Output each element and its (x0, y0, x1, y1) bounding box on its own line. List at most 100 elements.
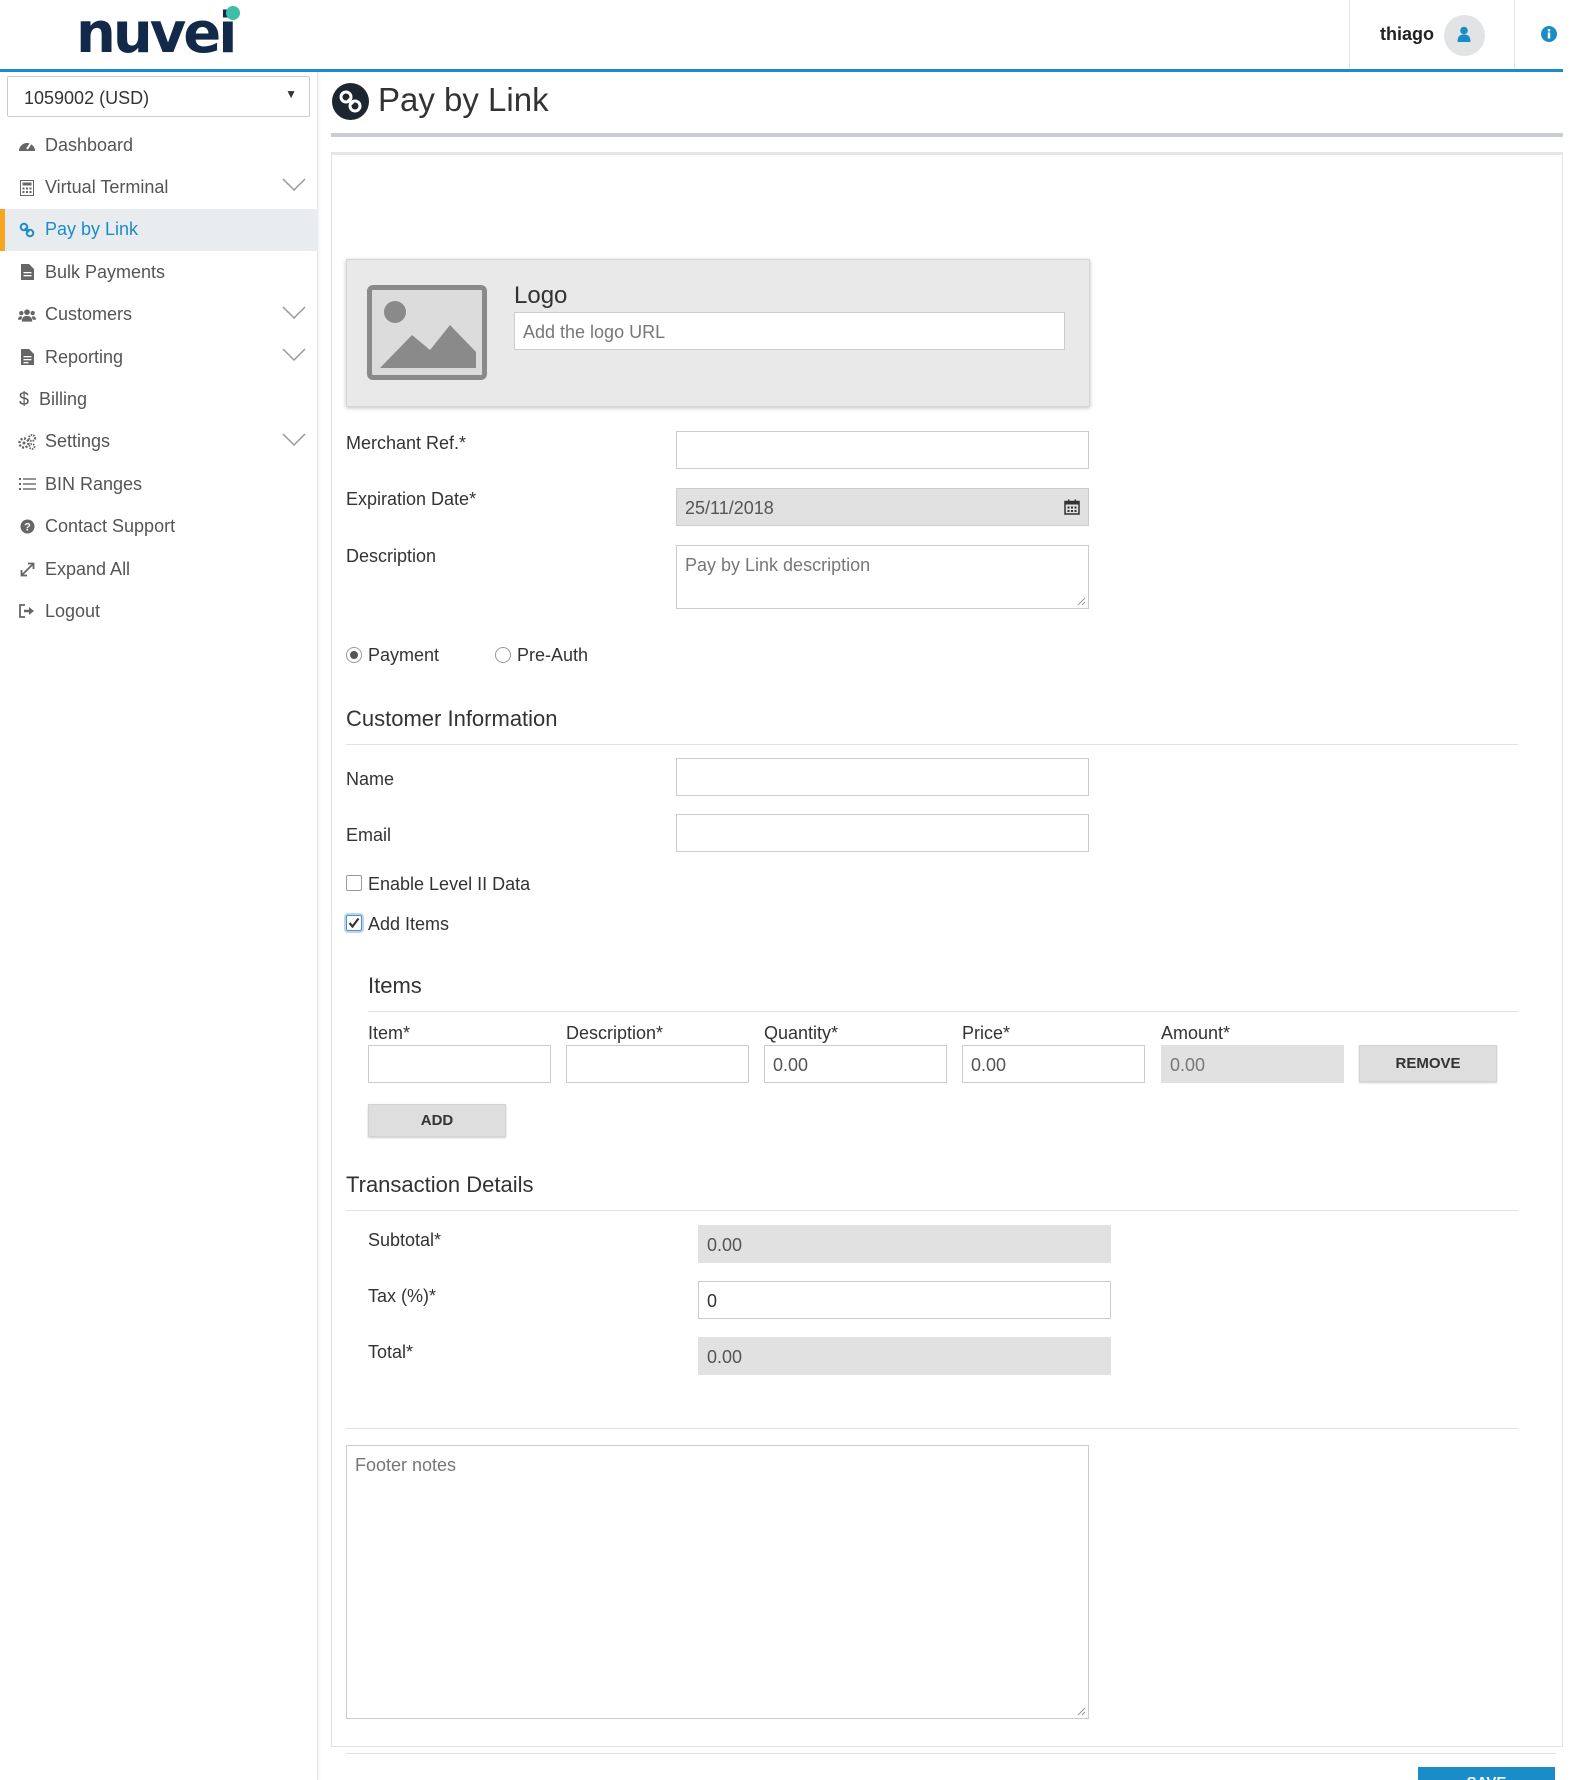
svg-text:?: ? (24, 522, 31, 534)
price-input[interactable]: 0.00 (962, 1045, 1145, 1083)
expand-icon (18, 560, 36, 578)
add-items-label[interactable]: Add Items (368, 914, 449, 935)
account-select[interactable]: 1059002 (USD) ▼ (7, 76, 310, 117)
name-label: Name (346, 769, 395, 789)
expiration-date-value: 25/11/2018 (685, 498, 774, 518)
brand-logo-text: nuvei (76, 1, 237, 66)
divider (346, 1428, 1518, 1429)
add-item-button[interactable]: ADD (368, 1104, 506, 1137)
description-textarea[interactable]: Pay by Link description (676, 545, 1089, 609)
sidebar-item-label: Logout (45, 600, 101, 621)
image-placeholder-icon (367, 285, 487, 380)
payment-radio[interactable] (346, 647, 362, 663)
sidebar-item-customers[interactable]: Customers (0, 294, 318, 336)
divider (346, 744, 1518, 745)
users-icon (18, 306, 36, 324)
user-menu[interactable]: thiago (1349, 0, 1515, 69)
sidebar-item-reporting[interactable]: Reporting (0, 336, 318, 378)
chevron-down-icon[interactable] (282, 178, 306, 192)
sidebar-item-contact-support[interactable]: ? Contact Support (0, 506, 318, 548)
avatar[interactable] (1444, 15, 1485, 56)
item-column-header: Item* (368, 1023, 411, 1043)
preauth-radio-label[interactable]: Pre-Auth (517, 645, 588, 666)
divider (346, 1753, 1556, 1754)
subtotal-input: 0.00 (698, 1225, 1111, 1263)
list-icon (18, 475, 36, 493)
sidebar: 1059002 (USD) ▼ Dashboard Virtual Termin… (0, 72, 318, 1780)
page-header: Pay by Link (331, 72, 1563, 155)
sidebar-item-label: Bulk Payments (45, 261, 166, 282)
expiration-date-label: Expiration Date* (346, 489, 477, 509)
merchant-ref-label: Merchant Ref.* (346, 433, 467, 453)
name-input[interactable] (676, 758, 1089, 796)
divider (331, 133, 1563, 137)
sidebar-item-pay-by-link[interactable]: Pay by Link (0, 208, 318, 252)
amount-column-header: Amount* (1161, 1023, 1231, 1043)
customer-information-heading: Customer Information (346, 706, 558, 731)
items-heading: Items (368, 973, 422, 998)
sidebar-item-expand-all[interactable]: Expand All (0, 548, 318, 590)
user-icon (1457, 26, 1471, 42)
sidebar-nav: Dashboard Virtual Terminal Pay by Link B… (0, 124, 318, 633)
info-icon[interactable] (1541, 26, 1557, 42)
quantity-column-header: Quantity* (764, 1023, 839, 1043)
remove-item-button[interactable]: REMOVE (1359, 1045, 1497, 1082)
sidebar-item-logout[interactable]: Logout (0, 590, 318, 632)
add-items-checkbox[interactable] (346, 915, 362, 931)
sidebar-item-label: Settings (45, 431, 111, 452)
logo-box: Logo Add the logo URL (346, 259, 1090, 407)
resize-handle-icon[interactable] (1076, 596, 1086, 606)
quantity-input[interactable]: 0.00 (764, 1045, 947, 1083)
total-input: 0.00 (698, 1337, 1111, 1375)
calendar-icon[interactable] (1064, 499, 1080, 515)
sidebar-item-settings[interactable]: Settings (0, 421, 318, 463)
page-title: Pay by Link (378, 81, 549, 118)
chevron-down-icon[interactable] (282, 306, 306, 320)
resize-handle-icon[interactable] (1076, 1706, 1086, 1716)
sidebar-item-dashboard[interactable]: Dashboard (0, 124, 318, 166)
file-icon (18, 263, 36, 281)
merchant-ref-input[interactable] (676, 431, 1089, 469)
item-description-input[interactable] (566, 1045, 749, 1083)
email-label: Email (346, 825, 392, 845)
pay-by-link-form: Logo Add the logo URL Merchant Ref.* Exp… (331, 155, 1563, 1780)
sidebar-item-label: Dashboard (45, 134, 134, 155)
chevron-down-icon[interactable] (282, 433, 306, 447)
account-select-value: 1059002 (USD) (24, 88, 150, 108)
sidebar-item-bulk-payments[interactable]: Bulk Payments (0, 251, 318, 293)
sidebar-item-virtual-terminal[interactable]: Virtual Terminal (0, 166, 318, 208)
preauth-radio[interactable] (495, 647, 511, 663)
email-input[interactable] (676, 814, 1089, 852)
expiration-date-input[interactable]: 25/11/2018 (676, 488, 1089, 526)
footer-notes-textarea[interactable]: Footer notes (346, 1445, 1089, 1719)
tax-input[interactable]: 0 (698, 1281, 1111, 1319)
sidebar-item-label: Pay by Link (45, 219, 139, 240)
description-placeholder: Pay by Link description (685, 555, 871, 575)
sidebar-item-billing[interactable]: $ Billing (0, 378, 318, 420)
sidebar-item-label: Customers (45, 304, 133, 325)
sidebar-item-bin-ranges[interactable]: BIN Ranges (0, 463, 318, 505)
dashboard-icon (18, 136, 36, 154)
chevron-down-icon[interactable] (282, 348, 306, 362)
item-input[interactable] (368, 1045, 551, 1083)
sidebar-item-label: Expand All (45, 558, 131, 579)
sidebar-item-label: Billing (39, 389, 88, 410)
save-button[interactable]: SAVE (1418, 1767, 1555, 1780)
description-column-header: Description* (566, 1023, 664, 1043)
price-column-header: Price* (962, 1023, 1011, 1043)
report-icon (18, 348, 36, 366)
payment-radio-label[interactable]: Payment (368, 645, 439, 666)
question-icon: ? (18, 518, 36, 536)
enable-level2-label[interactable]: Enable Level II Data (368, 874, 530, 895)
footer-notes-placeholder: Footer notes (355, 1455, 457, 1475)
sidebar-item-label: Reporting (45, 346, 124, 367)
logo-url-input[interactable]: Add the logo URL (514, 312, 1065, 350)
total-label: Total* (368, 1342, 414, 1362)
enable-level2-checkbox[interactable] (346, 875, 362, 891)
top-header: nuvei thiago (0, 0, 1563, 72)
brand-logo[interactable]: nuvei (76, 6, 240, 62)
subtotal-label: Subtotal* (368, 1230, 442, 1250)
link-icon (18, 221, 36, 239)
caret-down-icon: ▼ (285, 87, 297, 101)
sidebar-item-label: BIN Ranges (45, 473, 143, 494)
